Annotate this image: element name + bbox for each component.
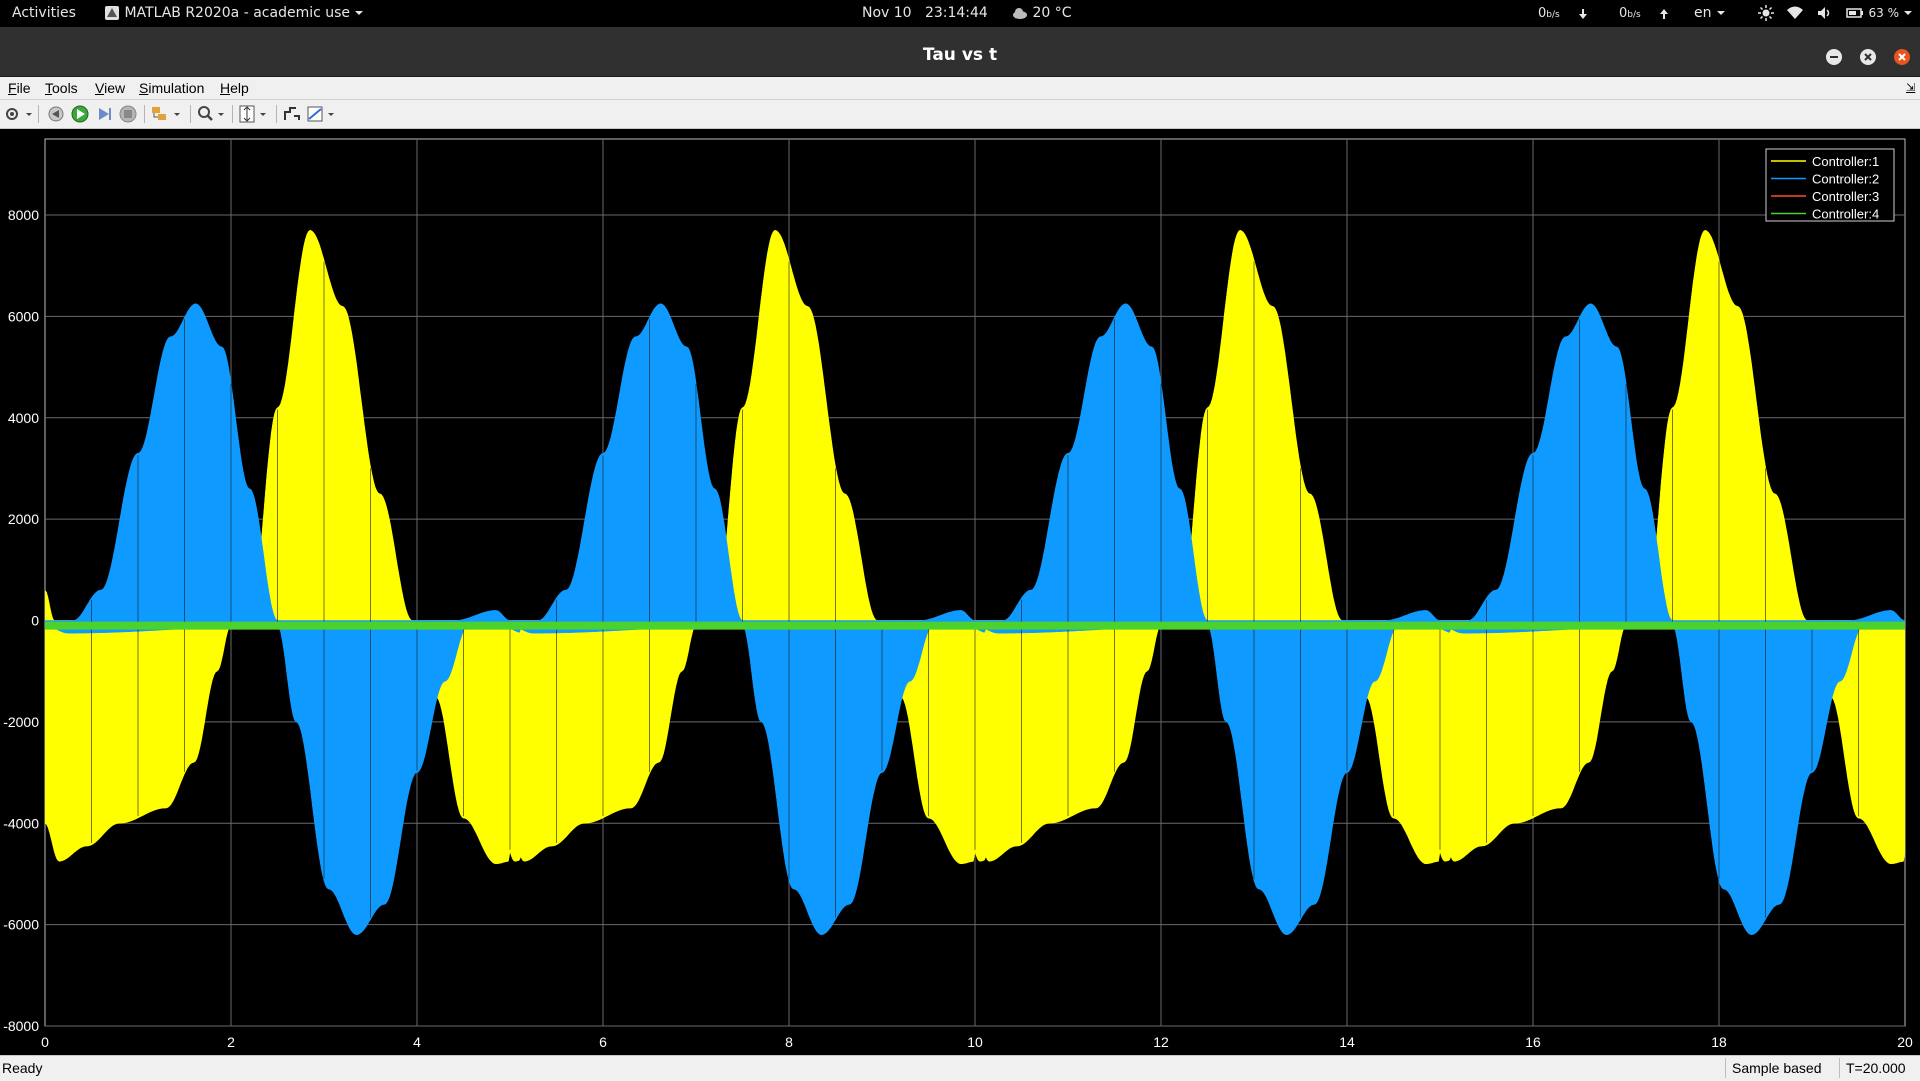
toolbar-separator [190, 105, 191, 123]
autoscale-icon[interactable] [238, 104, 270, 124]
toolbar [0, 100, 1920, 129]
menu-help[interactable]: Help [218, 77, 251, 99]
x-tick-label: 18 [1711, 1034, 1727, 1050]
chevron-down-icon [355, 11, 364, 15]
cursor-measurements-icon[interactable] [306, 104, 338, 124]
y-tick-label: -2000 [3, 714, 39, 730]
arrow-up-icon [1659, 8, 1668, 19]
y-tick-label: -4000 [3, 815, 39, 831]
toolbar-separator [276, 105, 277, 123]
menu-bar: File Tools View Simulation Help ⇲ [0, 77, 1920, 100]
x-tick-label: 6 [599, 1034, 607, 1050]
scope-plot-area: 0 2 4 6 8 10 12 14 16 18 20 -8000 -6000 -4000 -2000 0 20… [0, 104, 1920, 1053]
toolbar-separator [38, 105, 39, 123]
net-down-speed: 0b/s [1538, 0, 1588, 27]
status-bar: Ready Sample based T=20.000 [0, 1055, 1920, 1081]
y-tick-label: 6000 [8, 308, 39, 324]
clock-time: 23:14:44 [924, 5, 988, 21]
y-tick-label: -6000 [3, 917, 39, 933]
y-tick-label: 4000 [8, 410, 39, 426]
x-tick-label: 8 [785, 1034, 793, 1050]
menu-tools[interactable]: Tools [43, 77, 80, 99]
x-tick-label: 14 [1339, 1034, 1355, 1050]
matlab-app-icon [105, 6, 119, 20]
menu-file[interactable]: File [6, 77, 33, 99]
window-title: Tau vs t [922, 45, 998, 65]
battery-icon [1846, 8, 1864, 18]
toolbar-separator [232, 105, 233, 123]
cloud-icon [1013, 8, 1027, 19]
minimize-icon [1826, 49, 1842, 65]
activities-button[interactable]: Activities [12, 0, 76, 27]
legend-label: Controller:3 [1812, 189, 1879, 204]
minimize-button[interactable] [1826, 49, 1842, 65]
wifi-icon [1787, 6, 1804, 19]
highlight-icon[interactable] [150, 104, 182, 124]
x-tick-label: 0 [41, 1034, 49, 1050]
clock[interactable]: Nov 10 23:14:44 [862, 0, 988, 27]
net-up-speed: 0b/s [1619, 0, 1669, 27]
brightness-icon [1758, 5, 1774, 21]
zoom-icon[interactable] [196, 104, 228, 124]
step-forward-icon[interactable] [94, 104, 114, 124]
legend: Controller:1 Controller:2 Controller:3 Cont… [1765, 148, 1895, 222]
close-icon [1894, 49, 1910, 65]
clock-date: Nov 10 [862, 5, 912, 21]
y-tick-label: 8000 [8, 207, 39, 223]
step-back-icon[interactable] [46, 104, 66, 124]
y-tick-label: -8000 [3, 1018, 39, 1034]
x-tick-label: 12 [1153, 1034, 1169, 1050]
language-selector[interactable]: en [1694, 0, 1726, 27]
menu-simulation[interactable]: Simulation [137, 77, 206, 99]
status-ready: Ready [2, 1060, 43, 1076]
settings-icon[interactable] [4, 104, 34, 124]
chevron-down-icon [1904, 11, 1913, 15]
weather-temperature: 20 °C [1032, 5, 1072, 21]
app-menu-label: MATLAB R2020a - academic use [124, 5, 351, 21]
legend-label: Controller:2 [1812, 172, 1879, 187]
x-tick-label: 20 [1897, 1034, 1913, 1050]
system-top-bar: Activities MATLAB R2020a - academic use … [0, 0, 1920, 27]
system-status-area[interactable]: 63 % [1758, 0, 1913, 27]
status-sim-time: T=20.000 [1839, 1058, 1920, 1078]
triggers-icon[interactable] [282, 104, 302, 124]
legend-label: Controller:4 [1812, 207, 1879, 222]
maximize-button[interactable] [1860, 49, 1876, 65]
arrow-down-icon [1578, 8, 1587, 19]
restore-icon [1860, 49, 1876, 65]
toolbar-separator [144, 105, 145, 123]
x-tick-label: 16 [1525, 1034, 1541, 1050]
tau-vs-t-chart[interactable]: 0 2 4 6 8 10 12 14 16 18 20 -8000 -6000 -4000 -2000 0 20… [0, 104, 1920, 1053]
battery-percentage: 63 % [1868, 6, 1900, 20]
undock-icon[interactable]: ⇲ [1904, 77, 1917, 99]
app-menu[interactable]: MATLAB R2020a - academic use [104, 0, 364, 27]
run-icon[interactable] [70, 104, 90, 124]
status-sample-mode: Sample based [1725, 1058, 1842, 1078]
x-tick-label: 2 [227, 1034, 235, 1050]
stop-icon[interactable] [118, 104, 138, 124]
y-tick-label: 2000 [8, 511, 39, 527]
x-tick-label: 4 [413, 1034, 421, 1050]
chevron-down-icon [1716, 11, 1725, 15]
x-tick-label: 10 [967, 1034, 983, 1050]
close-button[interactable] [1894, 49, 1910, 65]
weather[interactable]: 20 °C [1012, 0, 1072, 27]
window-title-bar[interactable]: Tau vs t [0, 27, 1920, 77]
volume-icon [1817, 7, 1829, 19]
y-tick-label: 0 [31, 613, 39, 629]
menu-view[interactable]: View [93, 77, 127, 99]
legend-label: Controller:1 [1812, 154, 1879, 169]
